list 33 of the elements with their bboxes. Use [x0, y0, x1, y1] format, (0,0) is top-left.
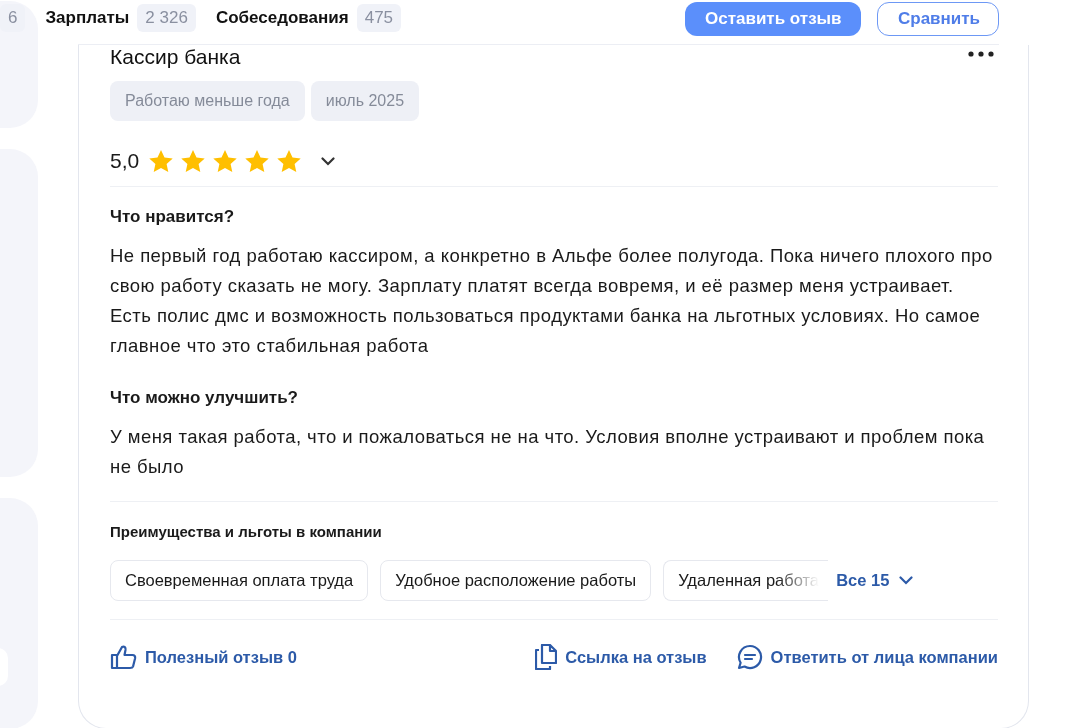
benefits-heading: Преимущества и льготы в компании [110, 523, 383, 540]
star-icon [277, 149, 302, 173]
compare-button[interactable]: Сравнить [877, 2, 999, 36]
copy-icon [535, 644, 558, 670]
more-icon[interactable] [968, 51, 994, 57]
benefit-tag: Удобное расположение работы [380, 560, 652, 601]
tab[interactable]: Собеседования 475 [215, 4, 402, 32]
tab-count: 475 [356, 4, 402, 32]
tab-label: Собеседования [215, 8, 349, 28]
reply-button[interactable]: Ответить от лица компании [736, 644, 998, 670]
review-title: Кассир банка [110, 45, 241, 69]
tab[interactable]: Зарплаты 2 326 [45, 4, 196, 32]
show-all-button[interactable]: Все 15 [836, 571, 914, 590]
thumbs-up-icon [110, 644, 137, 670]
star-icon [149, 149, 174, 173]
copy-link-button[interactable]: Ссылка на отзыв [535, 644, 707, 670]
review-text: Не первый год работаю кассиром, а конкретно в Альфе более полугода. Пока ничего плохого про свою работу сказать не могу. Зарплату платят всегда вовремя, и её размер меня устраивает. Есть полис дмс и возможность пользоваться продуктами банка на льготных условиях. Но самое главное что это стабильная работа [110, 244, 994, 358]
helpful-button[interactable]: Полезный отзыв 0 [110, 644, 297, 670]
tab-label: Зарплаты [45, 8, 130, 28]
star-icon [245, 149, 270, 173]
star-icon [181, 149, 206, 173]
section-heading: Что можно улучшить? [110, 388, 299, 408]
rating-value: 5,0 [110, 149, 140, 173]
star-icon [213, 149, 238, 173]
chevron-down-icon [321, 156, 336, 166]
tag: Работаю меньше года [110, 81, 305, 121]
section-heading: Что нравится? [110, 207, 236, 227]
chat-icon [736, 644, 763, 670]
tab-count: 2 326 [137, 4, 196, 32]
chevron-down-icon [899, 576, 914, 585]
review-text: У меня такая работа, что и пожаловаться не на что. Условия вполне устраивают и проблем пока не было [110, 425, 986, 479]
tag: июль 2025 [310, 81, 420, 121]
benefit-tag: Своевременная оплата труда [110, 560, 369, 601]
